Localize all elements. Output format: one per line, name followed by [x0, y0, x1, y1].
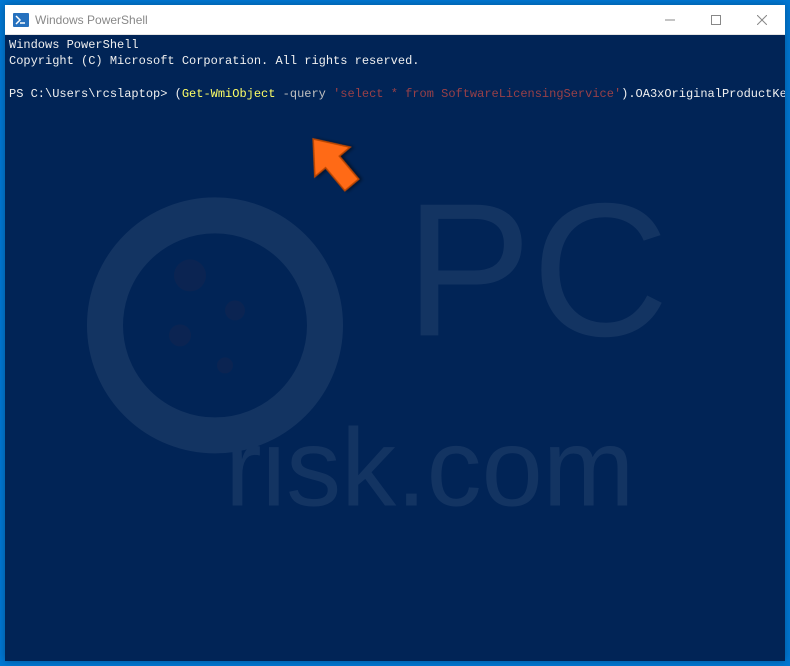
space	[326, 87, 333, 101]
minimize-button[interactable]	[647, 5, 693, 34]
member-access: .OA3xOriginalProductKey	[628, 87, 785, 101]
terminal-banner-line1: Windows PowerShell	[9, 37, 781, 53]
param-name: -query	[283, 87, 326, 101]
terminal-pane[interactable]: PC risk.com Windows PowerShell Copyright…	[5, 35, 785, 661]
cmdlet-name: Get-WmiObject	[182, 87, 276, 101]
powershell-icon	[13, 12, 29, 28]
prompt-text: PS C:\Users\rcslaptop>	[9, 87, 175, 101]
window-title: Windows PowerShell	[35, 13, 647, 27]
close-button[interactable]	[739, 5, 785, 34]
watermark-logo: PC risk.com	[85, 135, 705, 560]
svg-text:PC: PC	[405, 164, 669, 376]
query-string: 'select * from SoftwareLicensingService'	[333, 87, 621, 101]
space	[275, 87, 282, 101]
powershell-window: Windows PowerShell PC risk.com	[5, 5, 785, 661]
terminal-blank-line	[9, 69, 781, 85]
svg-text:risk.com: risk.com	[225, 406, 634, 529]
terminal-command-line: PS C:\Users\rcslaptop> (Get-WmiObject -q…	[9, 86, 781, 102]
arrow-annotation-icon	[300, 125, 370, 210]
window-controls	[647, 5, 785, 34]
paren-open: (	[175, 87, 182, 101]
maximize-button[interactable]	[693, 5, 739, 34]
titlebar[interactable]: Windows PowerShell	[5, 5, 785, 35]
terminal-banner-line2: Copyright (C) Microsoft Corporation. All…	[9, 53, 781, 69]
